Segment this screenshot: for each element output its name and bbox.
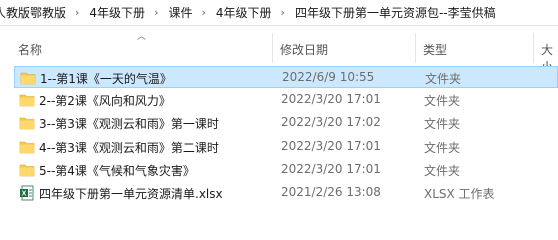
column-divider[interactable] bbox=[272, 33, 273, 63]
file-type: 文件夹 bbox=[424, 94, 461, 109]
file-name: 3--第3课《观测云和雨》第一课时 bbox=[39, 117, 219, 132]
breadcrumb-item[interactable]: 人教版鄂教版 bbox=[0, 4, 69, 21]
chevron-right-icon[interactable]: › bbox=[195, 6, 211, 19]
file-row[interactable]: 5--第4课《气候和气象灾害》 2022/3/20 17:01 文件夹 bbox=[14, 159, 558, 181]
file-row[interactable]: 1--第1课《一天的气温》 2022/6/9 10:55 文件夹 bbox=[14, 66, 558, 88]
file-type: 文件夹 bbox=[425, 72, 462, 86]
folder-icon bbox=[19, 115, 35, 131]
file-type: XLSX 工作表 bbox=[424, 187, 495, 201]
column-name-header[interactable]: 名称 bbox=[18, 41, 42, 58]
column-divider[interactable] bbox=[415, 33, 416, 63]
file-name: 5--第4课《气候和气象灾害》 bbox=[39, 163, 195, 178]
folder-icon bbox=[19, 92, 35, 108]
breadcrumb-item[interactable]: 4年级下册 bbox=[212, 4, 275, 21]
file-row[interactable]: 3--第3课《观测云和雨》第一课时 2022/3/20 17:02 文件夹 bbox=[14, 112, 558, 134]
folder-icon bbox=[19, 139, 35, 155]
column-header: ︿ 名称 修改日期 类型 大小 bbox=[0, 32, 558, 75]
file-date: 2022/3/20 17:01 bbox=[281, 161, 381, 176]
file-date: 2021/2/26 13:08 bbox=[281, 185, 381, 199]
chevron-right-icon[interactable]: › bbox=[148, 6, 164, 19]
folder-icon bbox=[19, 162, 35, 178]
breadcrumb-item[interactable]: 4年级下册 bbox=[85, 4, 148, 21]
file-row[interactable]: X 四年级下册第一单元资源清单.xlsx 2021/2/26 13:08 XLS… bbox=[14, 182, 558, 203]
file-type: 文件夹 bbox=[424, 140, 461, 155]
file-name: 四年级下册第一单元资源清单.xlsx bbox=[39, 187, 223, 201]
chevron-right-icon[interactable]: › bbox=[69, 6, 85, 19]
file-date: 2022/3/20 17:01 bbox=[281, 138, 381, 153]
file-date: 2022/3/20 17:01 bbox=[281, 92, 381, 107]
breadcrumb: 人教版鄂教版 › 4年级下册 › 课件 › 4年级下册 › 四年级下册第一单元资… bbox=[0, 0, 558, 26]
breadcrumb-item[interactable]: 四年级下册第一单元资源包--李莹供稿 bbox=[291, 4, 499, 21]
sort-ascending-icon: ︿ bbox=[137, 32, 147, 42]
breadcrumb-item[interactable]: 课件 bbox=[164, 4, 195, 21]
svg-text:X: X bbox=[22, 191, 27, 198]
column-date-header[interactable]: 修改日期 bbox=[280, 41, 328, 58]
file-row[interactable]: 4--第3课《观测云和雨》第二课时 2022/3/20 17:01 文件夹 bbox=[14, 136, 558, 158]
chevron-right-icon[interactable]: › bbox=[275, 6, 291, 19]
column-divider[interactable] bbox=[533, 33, 534, 63]
column-type-header[interactable]: 类型 bbox=[423, 41, 447, 58]
file-name: 4--第3课《观测云和雨》第二课时 bbox=[39, 140, 219, 155]
folder-icon bbox=[20, 70, 36, 86]
file-name: 2--第2课《风向和风力》 bbox=[39, 94, 171, 109]
file-type: 文件夹 bbox=[424, 163, 461, 178]
file-name: 1--第1课《一天的气温》 bbox=[40, 72, 172, 86]
file-explorer-window: 人教版鄂教版 › 4年级下册 › 课件 › 4年级下册 › 四年级下册第一单元资… bbox=[0, 0, 558, 203]
excel-file-icon: X bbox=[19, 185, 35, 201]
file-row[interactable]: 2--第2课《风向和风力》 2022/3/20 17:01 文件夹 bbox=[14, 89, 558, 111]
file-type: 文件夹 bbox=[424, 117, 461, 132]
file-date: 2022/6/9 10:55 bbox=[282, 70, 375, 84]
file-date: 2022/3/20 17:02 bbox=[281, 115, 381, 130]
